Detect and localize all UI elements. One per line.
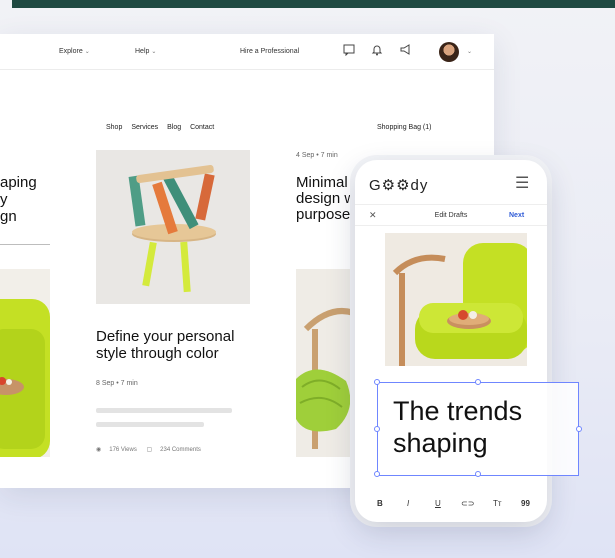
text-selection-box[interactable]: The trends shaping xyxy=(374,379,582,477)
resize-handle[interactable] xyxy=(374,379,380,385)
left-article-title[interactable]: aping y gn xyxy=(0,174,44,225)
top-accent-bar xyxy=(12,0,615,8)
comment-icon: ▢ xyxy=(146,447,153,453)
text-line: shaping xyxy=(393,428,488,458)
format-toolbar: B I U ⊂⊃ Tт 99 xyxy=(355,494,547,516)
comments-count: 234 Comments xyxy=(160,447,201,453)
text-line: The trends xyxy=(393,396,523,426)
resize-handle[interactable] xyxy=(374,426,380,432)
title-line: gn xyxy=(0,208,17,225)
brand-logo[interactable]: G⚙⚙dy xyxy=(369,176,428,194)
article-meta: 4 Sep • 7 min xyxy=(296,152,338,159)
nav-blog[interactable]: Blog xyxy=(167,124,181,131)
divider xyxy=(0,244,50,245)
quote-button[interactable]: 99 xyxy=(521,499,530,508)
avatar-chevron: ⌄ xyxy=(467,49,473,55)
title-line: design w xyxy=(296,190,356,207)
article-stats: ◉ 176 Views ▢ 234 Comments xyxy=(96,446,209,453)
avatar[interactable] xyxy=(439,42,459,62)
explore-label: Explore xyxy=(59,48,83,55)
hire-professional-link[interactable]: Hire a Professional xyxy=(240,48,299,55)
chat-icon[interactable] xyxy=(343,44,355,58)
article-meta: 8 Sep • 7 min xyxy=(96,380,138,387)
title-line: y xyxy=(0,191,8,208)
chevron-down-icon: ⌄ xyxy=(151,49,157,55)
eye-icon: ◉ xyxy=(96,447,102,453)
resize-handle[interactable] xyxy=(475,379,481,385)
selected-text[interactable]: The trends shaping xyxy=(393,395,522,459)
text-placeholder xyxy=(96,408,232,413)
title-line: aping xyxy=(0,174,37,191)
chevron-down-icon: ⌄ xyxy=(84,49,90,55)
italic-button[interactable]: I xyxy=(407,499,409,508)
nav-services[interactable]: Services xyxy=(131,124,158,131)
hamburger-menu-icon[interactable]: ☰ xyxy=(515,173,529,193)
shopping-bag-link[interactable]: Shopping Bag (1) xyxy=(377,124,431,131)
title-line: Minimal xyxy=(296,175,348,191)
next-button[interactable]: Next xyxy=(509,212,524,219)
chevron-down-icon[interactable]: ⌄ xyxy=(467,48,472,55)
underline-button[interactable]: U xyxy=(435,499,441,508)
bell-icon[interactable] xyxy=(371,44,383,58)
resize-handle[interactable] xyxy=(475,471,481,477)
title-line: purpose xyxy=(296,206,351,223)
text-placeholder xyxy=(96,422,204,427)
help-label: Help xyxy=(135,48,150,55)
site-nav: Shop Services Blog Contact xyxy=(106,124,221,131)
edit-drafts-bar: ✕ Edit Drafts Next xyxy=(355,204,547,226)
help-menu[interactable]: Help ⌄ xyxy=(135,48,156,55)
left-article-image[interactable] xyxy=(0,269,50,457)
resize-handle[interactable] xyxy=(576,426,582,432)
bold-button[interactable]: B xyxy=(377,499,383,508)
link-button[interactable]: ⊂⊃ xyxy=(461,499,474,508)
views-count: 176 Views xyxy=(109,447,137,453)
megaphone-icon[interactable] xyxy=(399,44,411,58)
app-nav: Explore ⌄ Help ⌄ Hire a Professional ⌄ xyxy=(0,34,494,70)
right-article-title[interactable]: Minimal design w purpose xyxy=(296,175,358,223)
text-size-button[interactable]: Tт xyxy=(493,499,502,508)
explore-menu[interactable]: Explore ⌄ xyxy=(59,48,90,55)
article-title[interactable]: Define your personal style through color xyxy=(96,328,266,362)
resize-handle[interactable] xyxy=(374,471,380,477)
nav-shop[interactable]: Shop xyxy=(106,124,122,131)
chair-image[interactable] xyxy=(385,233,527,366)
nav-contact[interactable]: Contact xyxy=(190,124,214,131)
stool-image[interactable] xyxy=(96,150,250,304)
